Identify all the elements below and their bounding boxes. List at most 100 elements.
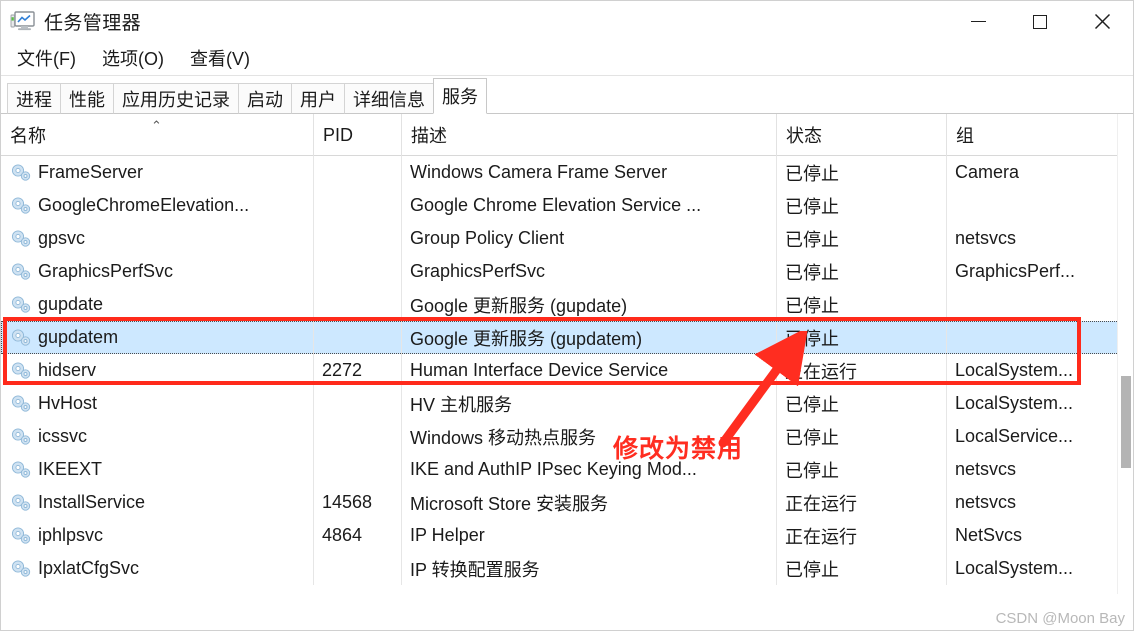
cell-desc: IP 转换配置服务: [410, 559, 540, 580]
cell-group: LocalSystem...: [955, 393, 1074, 413]
minimize-button[interactable]: [947, 1, 1009, 42]
column-header-label: 描述: [411, 126, 447, 146]
tab-5[interactable]: 详细信息: [344, 83, 434, 114]
table-row[interactable]: IKEEXT IKE and AuthIP IPsec Keying Mod...…: [1, 453, 1133, 486]
table-row[interactable]: IpxlatCfgSvc IP 转换配置服务 已停止 LocalSystem...: [1, 552, 1133, 585]
maximize-button[interactable]: [1009, 1, 1071, 42]
cell-desc: Microsoft Store 安装服务: [410, 493, 609, 514]
cell-pid: [313, 156, 401, 189]
column-header-pid[interactable]: PID: [313, 114, 401, 156]
cell-status: 正在运行: [785, 361, 857, 382]
cell-status: 已停止: [785, 328, 839, 349]
menu-item-options[interactable]: 选项(O): [96, 43, 174, 74]
cell-name: HvHost: [38, 393, 98, 413]
tab-0[interactable]: 进程: [7, 83, 61, 114]
window-controls: [947, 1, 1133, 42]
cell-status: 已停止: [785, 262, 839, 283]
cell-pid: 2272: [322, 360, 363, 380]
cell-name: GraphicsPerfSvc: [38, 261, 174, 281]
cell-desc: GraphicsPerfSvc: [410, 261, 546, 281]
menu-item-view[interactable]: 查看(V): [184, 43, 260, 74]
scrollbar-thumb[interactable]: [1121, 376, 1131, 468]
cell-group: [946, 288, 1119, 321]
tab-label: 服务: [442, 87, 478, 107]
cell-name: iphlpsvc: [38, 525, 104, 545]
column-header-label: 名称: [10, 126, 46, 146]
cell-desc: HV 主机服务: [410, 394, 513, 415]
cell-status: 已停止: [785, 559, 839, 580]
cell-group: [946, 189, 1119, 222]
cell-pid: [313, 288, 401, 321]
cell-status: 正在运行: [785, 493, 857, 514]
cell-name: InstallService: [38, 492, 146, 512]
column-header-status[interactable]: 状态: [776, 114, 946, 156]
table-row[interactable]: HvHost HV 主机服务 已停止 LocalSystem...: [1, 387, 1133, 420]
table-row[interactable]: InstallService 14568 Microsoft Store 安装服务 正…: [1, 486, 1133, 519]
table-row[interactable]: hidserv 2272 Human Interface Device Servic…: [1, 354, 1133, 387]
cell-pid: [313, 255, 401, 288]
cell-pid: [313, 552, 401, 585]
table-row[interactable]: FrameServer Windows Camera Frame Server 已停…: [1, 156, 1133, 189]
menu-bar: 文件(F) 选项(O) 查看(V): [1, 42, 1133, 76]
cell-name: gupdate: [38, 294, 104, 314]
tab-label: 启动: [247, 89, 283, 110]
title-bar: 任务管理器: [1, 1, 1133, 42]
cell-group: LocalSystem...: [955, 558, 1074, 578]
table-row[interactable]: GoogleChromeElevation... Google Chrome El…: [1, 189, 1133, 222]
cell-pid: 14568: [322, 492, 373, 512]
tab-2[interactable]: 应用历史记录: [113, 83, 239, 114]
vertical-scrollbar[interactable]: [1117, 114, 1133, 594]
cell-status: 已停止: [785, 229, 839, 250]
tab-1[interactable]: 性能: [60, 83, 114, 114]
tab-label: 性能: [69, 89, 105, 110]
cell-name: gupdatem: [38, 327, 119, 347]
cell-desc: IKE and AuthIP IPsec Keying Mod...: [410, 459, 697, 479]
menu-item-file[interactable]: 文件(F): [11, 43, 86, 74]
table-header-row: 名称 ⌃ PID 描述 状态 组: [1, 114, 1133, 156]
cell-group: netsvcs: [955, 228, 1017, 248]
cell-desc: Human Interface Device Service: [410, 360, 669, 380]
table-row[interactable]: gupdate Google 更新服务 (gupdate) 已停止: [1, 288, 1133, 321]
close-button[interactable]: [1071, 1, 1133, 42]
table-row[interactable]: gupdatem Google 更新服务 (gupdatem) 已停止: [1, 321, 1133, 354]
cell-name: IpxlatCfgSvc: [38, 558, 140, 578]
minimize-icon: [970, 20, 986, 23]
cell-group: netsvcs: [955, 459, 1017, 479]
column-header-group[interactable]: 组: [946, 114, 1119, 156]
cell-name: icssvc: [38, 426, 87, 446]
cell-status: 已停止: [785, 460, 839, 481]
column-header-label: 状态: [786, 126, 822, 146]
column-header-desc[interactable]: 描述: [401, 114, 776, 156]
cell-pid: 4864: [322, 525, 363, 545]
tab-label: 进程: [16, 89, 52, 110]
table-row[interactable]: icssvc Windows 移动热点服务 已停止 LocalService...: [1, 420, 1133, 453]
cell-status: 已停止: [785, 427, 839, 448]
cell-status: 已停止: [785, 196, 839, 217]
cell-status: 已停止: [785, 394, 839, 415]
table-row[interactable]: GraphicsPerfSvc GraphicsPerfSvc 已停止 Graphic…: [1, 255, 1133, 288]
column-header-name[interactable]: 名称 ⌃: [1, 114, 313, 156]
tab-label: 应用历史记录: [122, 89, 230, 110]
table-body: FrameServer Windows Camera Frame Server 已停…: [1, 156, 1133, 585]
cell-desc: Google 更新服务 (gupdatem): [410, 328, 643, 349]
cell-group: netsvcs: [955, 492, 1017, 512]
cell-desc: IP Helper: [410, 525, 485, 545]
table-row[interactable]: iphlpsvc 4864 IP Helper 正在运行 NetSvcs: [1, 519, 1133, 552]
tab-3[interactable]: 启动: [238, 83, 292, 114]
cell-status: 已停止: [785, 163, 839, 184]
tab-6[interactable]: 服务: [433, 78, 487, 114]
cell-name: GoogleChromeElevation...: [38, 195, 250, 215]
table-row[interactable]: gpsvc Group Policy Client 已停止 netsvcs: [1, 222, 1133, 255]
cell-status: 正在运行: [785, 526, 857, 547]
close-icon: [1094, 13, 1110, 30]
cell-desc: Windows Camera Frame Server: [410, 162, 668, 182]
cell-status: 已停止: [785, 295, 839, 316]
cell-group: LocalService...: [955, 426, 1074, 446]
tab-4[interactable]: 用户: [291, 83, 345, 114]
watermark-text: CSDN @Moon Bay: [995, 610, 1125, 627]
cell-desc: Google 更新服务 (gupdate): [410, 295, 628, 316]
cell-desc: Group Policy Client: [410, 228, 565, 248]
column-header-label: PID: [323, 124, 354, 145]
cell-desc: Windows 移动热点服务: [410, 427, 597, 448]
cell-pid: [313, 453, 401, 486]
